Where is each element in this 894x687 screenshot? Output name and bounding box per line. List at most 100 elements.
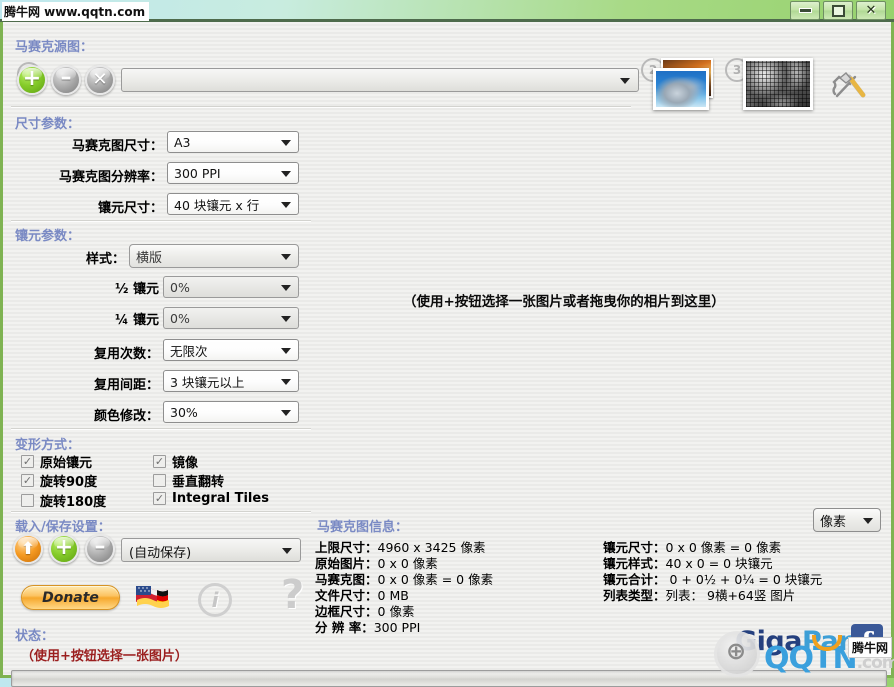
info-row-list-type: 列表类型：列表： 9横+64竖 图片 [603, 585, 795, 604]
arrow-up-icon: ⬆ [20, 538, 36, 559]
globe-glyph: ⊕ [726, 637, 747, 665]
label-mosaic-size: 马赛克图尺寸： [71, 139, 163, 154]
chevron-down-icon [281, 316, 291, 322]
delete-settings-button[interactable]: – [85, 534, 115, 564]
close-icon: ✕ [865, 3, 877, 18]
chevron-down-icon [281, 379, 291, 385]
app-window: 马赛克源图： 1 + – ✕ 2 3 尺寸 [0, 22, 894, 687]
label-tile-size: 镶元尺寸： [97, 201, 163, 216]
close-button[interactable]: ✕ [856, 1, 886, 20]
style-select[interactable]: 横版 [129, 244, 299, 268]
language-flag-icon[interactable] [135, 584, 173, 612]
color-adjust-select[interactable]: 30% [163, 401, 299, 423]
section-heading-size-params: 尺寸参数： [15, 117, 81, 132]
minimize-icon [798, 8, 812, 13]
label-style: 样式： [85, 252, 125, 267]
photo-thumbnail[interactable] [653, 58, 723, 114]
checkbox-rotate-90[interactable]: ✓ 旋转90度 [21, 471, 97, 490]
tile-size-select[interactable]: 40 块镶元 x 行 [167, 193, 299, 215]
half-tile-value: 0% [170, 279, 190, 295]
style-value: 横版 [136, 250, 163, 266]
preset-value: (自动保存) [129, 546, 192, 561]
minimize-button[interactable] [790, 1, 820, 20]
label-quarter-tile: ¼ 镶元 [115, 313, 159, 328]
source-image-combo[interactable] [121, 68, 639, 92]
checkbox-vertical-flip[interactable]: 垂直翻转 [153, 471, 224, 490]
section-heading-tile-params: 镶元参数： [15, 229, 81, 244]
qqtn-cn-label: 腾牛网 [848, 637, 893, 658]
mosaic-resolution-select[interactable]: 300 PPI [167, 162, 299, 184]
load-settings-button[interactable]: ⬆ [13, 534, 43, 564]
section-heading-mosaic-info: 马赛克图信息： [317, 520, 409, 535]
label-color-adjust: 颜色修改： [93, 409, 159, 424]
checkbox-label: 旋转90度 [40, 475, 98, 490]
chevron-down-icon [281, 202, 291, 208]
checkbox-box [21, 494, 34, 507]
checkbox-box: ✓ [153, 492, 166, 505]
chevron-down-icon [281, 348, 291, 354]
remove-image-button[interactable]: – [51, 65, 81, 95]
photo-thumbnail-front [653, 68, 709, 110]
donate-button[interactable]: Donate [21, 585, 120, 610]
chevron-down-icon [281, 410, 291, 416]
divider-source [11, 106, 631, 108]
watermark-top: 腾牛网 www.qqtn.com [2, 2, 150, 21]
add-image-button[interactable]: + [17, 65, 47, 95]
info-label: 列表类型： [603, 588, 666, 603]
checkbox-label: 原始镶元 [40, 456, 93, 471]
checkbox-box: ✓ [21, 474, 34, 487]
mosaic-size-value: A3 [174, 134, 191, 150]
unit-select[interactable]: 像素 [813, 508, 881, 532]
maximize-button[interactable] [823, 1, 853, 20]
label-reuse-count: 复用次数： [93, 347, 159, 362]
watermark-qqtn: ⊕ QQTN.com 腾牛网 [712, 625, 894, 678]
info-row-resolution: 分 辨 率：300 PPI [315, 617, 420, 636]
checkbox-label: 镜像 [172, 456, 199, 471]
divider-transform [11, 511, 311, 513]
clear-image-button[interactable]: ✕ [85, 65, 115, 95]
reuse-distance-select[interactable]: 3 块镶元以上 [163, 370, 299, 392]
reuse-count-value: 无限次 [170, 343, 208, 359]
section-heading-status: 状态： [15, 629, 55, 644]
plus-icon: + [54, 535, 74, 560]
half-tile-select[interactable]: 0% [163, 276, 299, 298]
tools-icon[interactable] [829, 62, 871, 104]
info-label: 分 辨 率： [315, 620, 374, 635]
chevron-down-icon [282, 548, 292, 554]
minus-icon: – [94, 534, 106, 559]
quarter-tile-select[interactable]: 0% [163, 307, 299, 329]
tile-size-value: 40 块镶元 x 行 [174, 197, 260, 213]
mosaic-resolution-value: 300 PPI [174, 165, 221, 181]
label-half-tile: ½ 镶元 [115, 282, 159, 297]
divider-tile-params [11, 428, 311, 430]
checkbox-original-tile[interactable]: ✓ 原始镶元 [21, 452, 92, 471]
maximize-icon [831, 4, 845, 17]
help-icon[interactable]: ? [281, 575, 304, 615]
info-value: 列表： 9横+64竖 图片 [665, 588, 796, 603]
checkbox-box: ✓ [153, 455, 166, 468]
chevron-down-icon [863, 518, 873, 524]
window-controls: ✕ [790, 1, 886, 20]
reuse-count-select[interactable]: 无限次 [163, 339, 299, 361]
mosaic-thumbnail[interactable] [743, 58, 813, 110]
info-icon[interactable]: i [198, 583, 232, 617]
section-heading-load-save: 载入/保存设置： [15, 520, 111, 535]
dropzone-hint: （使用+按钮选择一张图片或者拖曳你的相片到这里） [403, 294, 725, 310]
label-reuse-distance: 复用间距： [93, 378, 159, 393]
info-value: 300 PPI [373, 620, 421, 635]
mosaic-size-select[interactable]: A3 [167, 131, 299, 153]
plus-icon: + [22, 66, 42, 91]
checkbox-integral-tiles[interactable]: ✓ Integral Tiles [153, 491, 269, 506]
reuse-distance-value: 3 块镶元以上 [170, 374, 245, 390]
label-mosaic-resolution: 马赛克图分辨率： [58, 170, 163, 185]
checkbox-box [153, 474, 166, 487]
unit-value: 像素 [820, 514, 847, 530]
minus-icon: – [60, 65, 72, 90]
divider-size-params [11, 220, 311, 222]
save-settings-button[interactable]: + [49, 534, 79, 564]
status-message: （使用+按钮选择一张图片） [21, 649, 188, 664]
preset-select[interactable]: (自动保存) [121, 538, 301, 562]
checkbox-rotate-180[interactable]: 旋转180度 [21, 491, 106, 510]
section-heading-transform: 变形方式： [15, 438, 81, 453]
checkbox-mirror[interactable]: ✓ 镜像 [153, 452, 198, 471]
